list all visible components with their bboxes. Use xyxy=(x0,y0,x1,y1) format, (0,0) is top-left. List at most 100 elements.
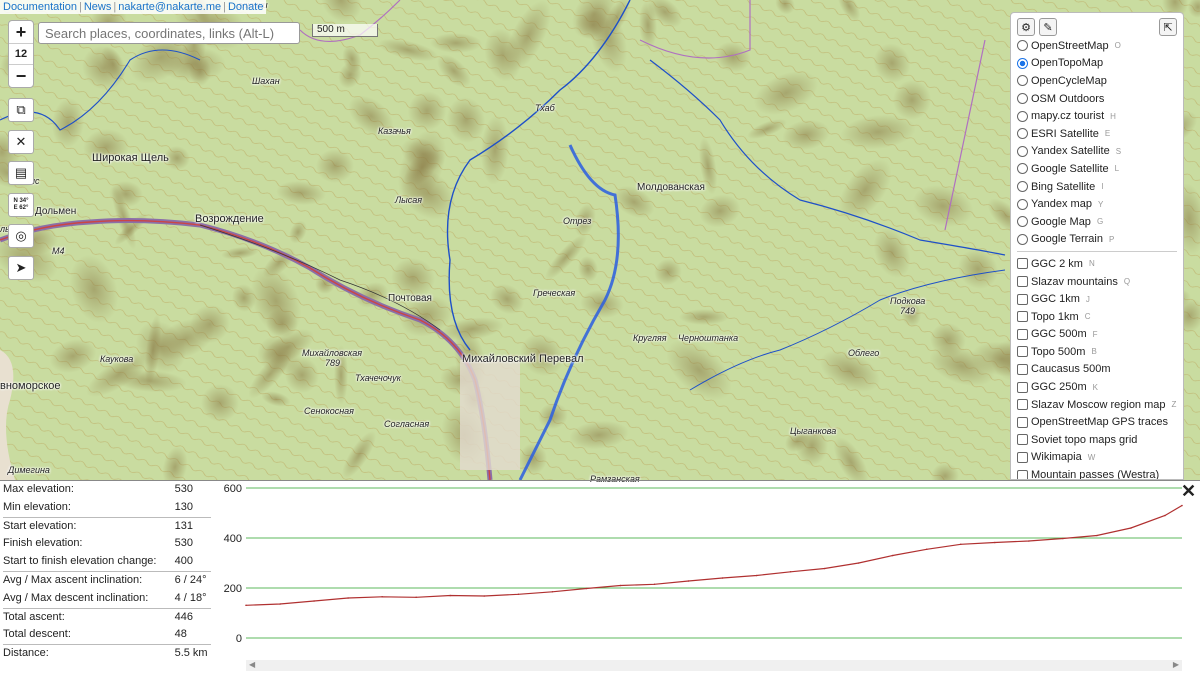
print-button[interactable]: ▤ xyxy=(8,161,34,185)
checkbox[interactable] xyxy=(1017,293,1028,305)
layer-name: Google Terrain xyxy=(1031,233,1103,246)
checkbox[interactable] xyxy=(1017,258,1028,270)
layer-name: Google Map xyxy=(1031,215,1091,228)
stat-row: Total ascent: 446 xyxy=(3,607,211,627)
radio-button[interactable] xyxy=(1017,216,1028,228)
radio-button[interactable] xyxy=(1017,75,1028,87)
external-link-button[interactable]: ⧉ xyxy=(8,98,34,122)
overlay-layer-option[interactable]: Wikimapia W xyxy=(1017,449,1177,467)
overlay-layer-option[interactable]: Slazav Moscow region map Z xyxy=(1017,396,1177,414)
overlay-layer-option[interactable]: Caucasus 500m xyxy=(1017,361,1177,379)
compass-button[interactable]: ◎ xyxy=(8,224,34,248)
radio-button[interactable] xyxy=(1017,57,1028,69)
overlay-layer-option[interactable]: GGC 1km J xyxy=(1017,290,1177,308)
base-layer-option[interactable]: OpenStreetMap O xyxy=(1017,37,1177,55)
base-layer-option[interactable]: Google Map G xyxy=(1017,213,1177,231)
checkbox[interactable] xyxy=(1017,363,1028,375)
top-links-bar: Documentation | News | nakarte@nakarte.me | Do… xyxy=(0,0,267,14)
email-link[interactable]: nakarte@nakarte.me xyxy=(118,1,221,13)
base-layer-option[interactable]: ESRI Satellite E xyxy=(1017,125,1177,143)
checkbox[interactable] xyxy=(1017,399,1028,411)
checkbox[interactable] xyxy=(1017,346,1028,358)
radio-button[interactable] xyxy=(1017,93,1028,105)
radio-button[interactable] xyxy=(1017,128,1028,140)
base-layer-option[interactable]: Bing Satellite I xyxy=(1017,178,1177,196)
hotkey-hint: J xyxy=(1085,294,1090,304)
documentation-link[interactable]: Documentation xyxy=(3,1,77,13)
elevation-profile-chart[interactable]: 0 200 400 600 xyxy=(214,481,1200,672)
base-layer-option[interactable]: Google Terrain P xyxy=(1017,231,1177,249)
base-layer-option[interactable]: mapy.cz tourist H xyxy=(1017,107,1177,125)
scroll-right-icon[interactable]: ▶ xyxy=(1173,660,1179,669)
overlay-layer-option[interactable]: OpenStreetMap GPS traces xyxy=(1017,413,1177,431)
hotkey-hint: C xyxy=(1084,312,1091,322)
checkbox[interactable] xyxy=(1017,381,1028,393)
base-layer-option[interactable]: OSM Outdoors xyxy=(1017,90,1177,108)
overlay-layer-option[interactable]: Topo 1km C xyxy=(1017,308,1177,326)
locate-button[interactable]: ➤ xyxy=(8,256,34,280)
radio-button[interactable] xyxy=(1017,40,1028,52)
radio-button[interactable] xyxy=(1017,145,1028,157)
layer-name: OSM Outdoors xyxy=(1031,92,1105,105)
external-link-icon: ⧉ xyxy=(16,102,26,117)
radio-button[interactable] xyxy=(1017,198,1028,210)
measure-button[interactable]: ✕ xyxy=(8,130,34,154)
overlay-layer-option[interactable]: GGC 500m F xyxy=(1017,326,1177,344)
zoom-in-button[interactable]: + xyxy=(9,21,33,43)
location-arrow-icon: ➤ xyxy=(15,260,27,275)
hotkey-hint: Z xyxy=(1171,400,1177,410)
base-layer-option[interactable]: Yandex map Y xyxy=(1017,195,1177,213)
overlay-layer-option[interactable]: Soviet topo maps grid xyxy=(1017,431,1177,449)
radio-button[interactable] xyxy=(1017,233,1028,245)
base-layer-option[interactable]: Yandex Satellite S xyxy=(1017,143,1177,161)
overlay-layer-option[interactable]: Mountain passes (Westra) xyxy=(1017,466,1177,479)
checkbox[interactable] xyxy=(1017,311,1028,323)
checkbox[interactable] xyxy=(1017,328,1028,340)
close-profile-button[interactable]: ✕ xyxy=(1181,482,1196,500)
checkbox[interactable] xyxy=(1017,451,1028,463)
map-label: Каукова xyxy=(100,354,134,364)
map-label: Согласная xyxy=(384,419,430,429)
map-label: M4 xyxy=(52,246,65,256)
search-input[interactable] xyxy=(38,22,300,44)
radio-button[interactable] xyxy=(1017,110,1028,122)
overlay-layer-option[interactable]: GGC 2 km N xyxy=(1017,255,1177,273)
donate-link[interactable]: Donate xyxy=(228,1,263,13)
layer-name: GGC 500m xyxy=(1031,328,1087,341)
map-label: Михайловский Перевал xyxy=(462,353,584,365)
layer-name: Slazav mountains xyxy=(1031,275,1118,288)
zoom-control: + 12 − xyxy=(8,20,34,88)
news-link[interactable]: News xyxy=(84,1,112,13)
expand-button[interactable]: ⇱ xyxy=(1159,18,1177,36)
radio-button[interactable] xyxy=(1017,181,1028,193)
base-layer-option[interactable]: Google Satellite L xyxy=(1017,160,1177,178)
scroll-left-icon[interactable]: ◀ xyxy=(249,660,255,669)
overlay-layer-option[interactable]: GGC 250m K xyxy=(1017,378,1177,396)
map-label: 789 xyxy=(325,358,341,368)
print-icon: ▤ xyxy=(14,165,28,180)
profile-scrollbar[interactable]: ◀ ▶ xyxy=(246,660,1182,671)
radio-button[interactable] xyxy=(1017,163,1028,175)
settings-button[interactable]: ⚙ xyxy=(1017,18,1035,36)
base-layer-option[interactable]: OpenTopoMap xyxy=(1017,55,1177,73)
stat-value: 130 xyxy=(174,500,193,513)
map-label: Возрождение xyxy=(195,213,264,225)
overlay-layer-option[interactable]: Slazav mountains Q xyxy=(1017,273,1177,291)
hotkey-hint: B xyxy=(1091,347,1097,357)
checkbox[interactable] xyxy=(1017,434,1028,446)
elevation-point xyxy=(789,570,792,573)
zoom-out-button[interactable]: − xyxy=(9,65,33,87)
layer-name: Wikimapia xyxy=(1031,451,1082,464)
elevation-point xyxy=(245,604,247,607)
base-layer-option[interactable]: OpenCycleMap xyxy=(1017,72,1177,90)
hotkey-hint: O xyxy=(1114,41,1121,51)
elevation-point xyxy=(687,580,690,582)
checkbox[interactable] xyxy=(1017,469,1028,479)
coordinates-icon: N 34° E 62° xyxy=(13,198,29,211)
coordinates-button[interactable]: N 34° E 62° xyxy=(8,193,34,217)
checkbox[interactable] xyxy=(1017,416,1028,428)
edit-button[interactable]: ✎ xyxy=(1039,18,1057,36)
overlay-layer-option[interactable]: Topo 500m B xyxy=(1017,343,1177,361)
checkbox[interactable] xyxy=(1017,276,1028,288)
layer-name: OpenTopoMap xyxy=(1031,57,1104,70)
